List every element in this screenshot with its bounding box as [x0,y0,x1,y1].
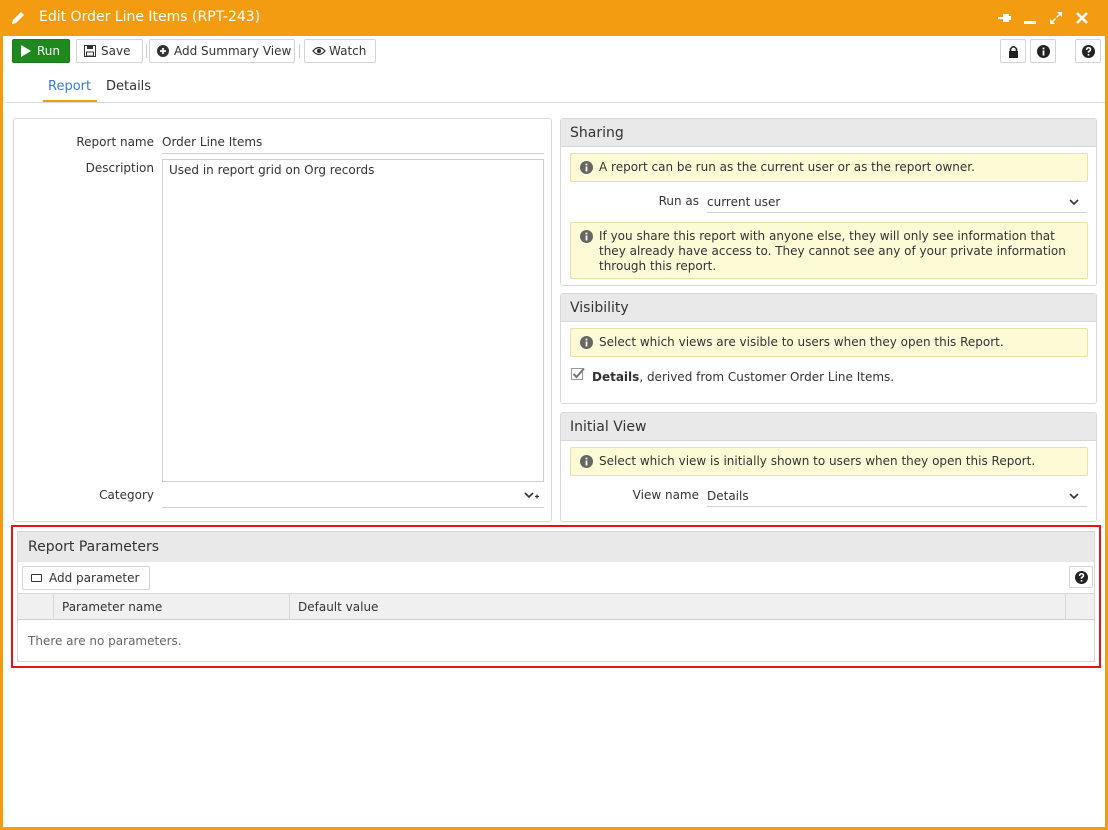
sharing-note: A report can be run as the current user … [570,153,1088,182]
active-tab-indicator [43,100,97,102]
sharing-note-text: A report can be run as the current user … [599,160,975,174]
save-icon [84,45,96,57]
sharing-warning: If you share this report with anyone els… [570,222,1088,279]
initial-view-note-text: Select which view is initially shown to … [599,454,1036,468]
minimize-icon[interactable] [1022,10,1038,26]
initial-view-panel: Initial View Select which view is initia… [560,412,1097,522]
sharing-warning-text: If you share this report with anyone els… [599,229,1066,273]
report-name-label: Report name [76,135,154,149]
title-bar: Edit Order Line Items (RPT-243) [0,0,1108,36]
parameters-empty-message: There are no parameters. [28,634,182,648]
info-icon [580,161,593,174]
watch-button[interactable]: Watch [304,39,376,63]
category-label: Category [99,488,154,502]
eye-icon [312,46,326,56]
pin-icon[interactable] [997,10,1013,26]
add-summary-view-button[interactable]: Add Summary View [149,39,295,63]
visibility-panel: Visibility Select which views are visibl… [560,293,1097,404]
report-parameters-highlight: Report Parameters Add parameter Paramete… [11,525,1101,668]
tab-bar: Report Details [6,70,1105,103]
sharing-title: Sharing [561,119,1096,147]
plus-circle-icon [157,45,169,57]
initial-view-note: Select which view is initially shown to … [570,447,1088,476]
report-parameters-panel: Report Parameters Add parameter Paramete… [17,531,1095,662]
chevron-down-plus-icon[interactable] [524,491,540,501]
toolbar-divider [146,44,147,58]
info-button[interactable] [1030,39,1056,63]
run-as-underline [707,212,1087,213]
save-button[interactable]: Save [76,39,143,63]
run-label: Run [37,44,61,58]
visible-view-name: Details [592,370,640,384]
category-underline [162,507,544,508]
description-label: Description [85,161,154,175]
run-as-label: Run as [658,194,699,208]
pencil-icon [12,12,24,24]
view-name-underline [707,506,1087,507]
window-title: Edit Order Line Items (RPT-243) [39,9,261,25]
parameters-grid-header: Parameter name Default value [18,593,1094,620]
parameters-help-button[interactable] [1069,566,1093,588]
parameter-icon [31,574,42,582]
lock-icon [1009,45,1018,58]
add-parameter-button[interactable]: Add parameter [22,566,151,590]
lock-button[interactable] [1000,39,1026,63]
description-textarea[interactable]: Used in report grid on Org records [162,159,544,482]
toolbar: Run Save Add Summary View Watch [9,39,1105,65]
help-button[interactable] [1075,39,1101,63]
report-name-input[interactable]: Order Line Items [162,135,262,149]
view-name-select[interactable]: Details [707,489,749,503]
report-form-panel: Report name Order Line Items Description… [13,118,552,522]
view-name-label: View name [632,488,699,502]
add-parameter-label: Add parameter [49,571,140,585]
sharing-panel: Sharing A report can be run as the curre… [560,118,1097,286]
add-summary-view-label: Add Summary View [174,44,292,58]
help-icon [1082,45,1095,58]
visibility-note-text: Select which views are visible to users … [599,335,1004,349]
view-checkbox[interactable] [571,367,585,381]
parameter-name-column[interactable]: Parameter name [54,594,290,620]
watch-label: Watch [329,44,367,58]
save-label: Save [101,44,131,58]
report-editor-window: Edit Order Line Items (RPT-243) Run Save… [0,0,1108,830]
visibility-title: Visibility [561,294,1096,322]
visibility-note: Select which views are visible to users … [570,328,1088,357]
visible-view-item: Details, derived from Customer Order Lin… [592,370,894,384]
toolbar-divider [299,44,300,58]
maximize-icon[interactable] [1048,10,1064,26]
chevron-down-icon[interactable] [1069,197,1079,207]
info-icon [1037,45,1050,58]
chevron-down-icon[interactable] [1069,491,1079,501]
run-button[interactable]: Run [12,39,70,63]
run-as-select[interactable]: current user [707,195,780,209]
visible-view-source: , derived from Customer Order Line Items… [639,370,895,384]
initial-view-title: Initial View [561,413,1096,441]
info-icon [580,230,593,243]
play-icon [21,45,31,57]
grid-select-column [18,594,54,620]
close-icon[interactable] [1074,10,1090,26]
default-value-column[interactable]: Default value [290,594,1066,620]
help-icon [1075,571,1088,584]
info-icon [580,455,593,468]
report-name-underline [162,153,544,154]
tab-details[interactable]: Details [106,79,151,94]
info-icon [580,336,593,349]
tab-report[interactable]: Report [48,79,91,94]
report-parameters-title: Report Parameters [18,532,1094,562]
